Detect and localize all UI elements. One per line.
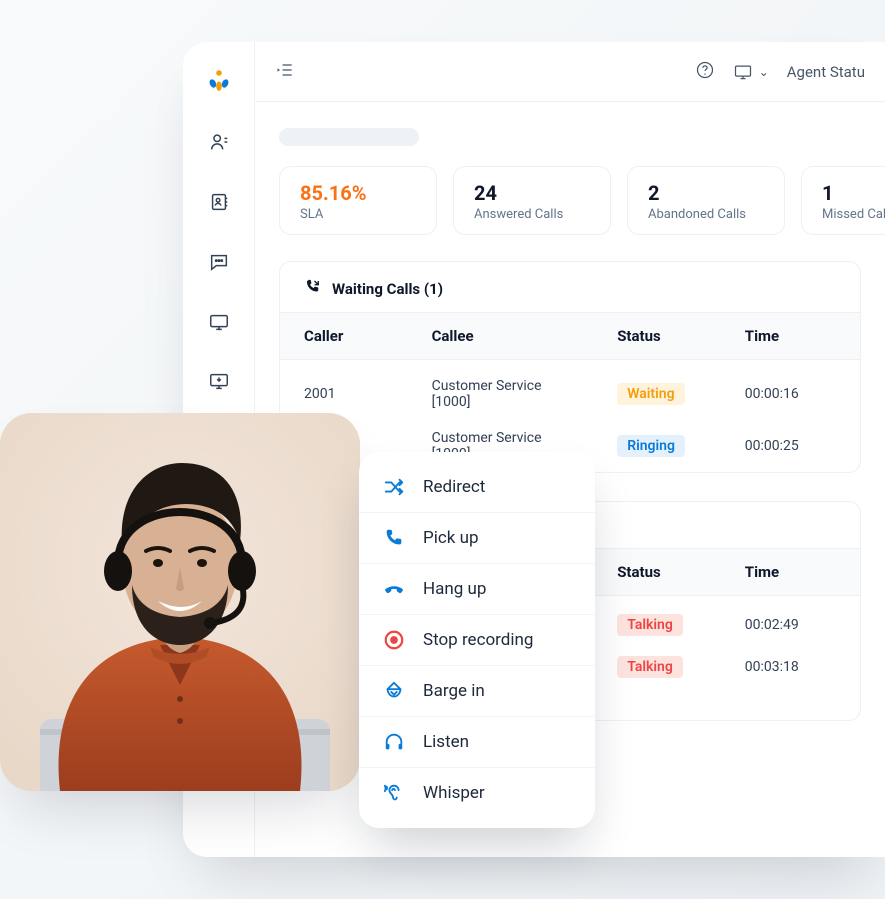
stat-value: 24 — [474, 181, 590, 205]
ctx-label: Listen — [423, 732, 469, 752]
sidebar-item-contacts[interactable] — [207, 190, 231, 214]
screen-selector[interactable]: ⌄ — [733, 62, 769, 82]
ctx-item-stop-recording[interactable]: Stop recording — [359, 614, 595, 665]
col-status: Status — [593, 313, 721, 360]
ctx-item-listen[interactable]: Listen — [359, 716, 595, 767]
brand-logo — [205, 66, 233, 94]
col-time: Time — [721, 549, 860, 596]
call-in-icon — [304, 278, 322, 300]
ctx-item-hangup[interactable]: Hang up — [359, 563, 595, 614]
status-badge: Talking — [617, 614, 683, 636]
chevron-down-icon: ⌄ — [759, 65, 769, 79]
status-badge: Waiting — [617, 383, 684, 405]
col-status: Status — [593, 549, 721, 596]
stat-label: Answered Calls — [474, 207, 590, 222]
menu-collapse-icon[interactable] — [275, 60, 295, 84]
cell-time: 00:03:18 — [721, 646, 860, 688]
cell-callee: Customer Service [1000] — [408, 360, 594, 421]
status-badge: Ringing — [617, 435, 685, 457]
panel-title-text: Waiting Calls (1) — [332, 280, 443, 298]
sidebar-item-screen-down[interactable] — [207, 370, 231, 394]
ctx-label: Redirect — [423, 477, 485, 497]
ctx-label: Pick up — [423, 528, 479, 548]
help-icon[interactable] — [695, 60, 715, 84]
stat-value: 1 — [822, 181, 885, 205]
page-title-skeleton — [279, 128, 419, 146]
ctx-label: Hang up — [423, 579, 486, 599]
phone-icon — [383, 527, 405, 549]
stat-value: 2 — [648, 181, 764, 205]
stat-value: 85.16% — [300, 181, 416, 205]
stats-row: 85.16% SLA 24 Answered Calls 2 Abandoned… — [279, 166, 861, 235]
panel-title: Waiting Calls (1) — [280, 262, 860, 312]
hangup-icon — [383, 578, 405, 600]
stat-card-answered: 24 Answered Calls — [453, 166, 611, 235]
ctx-label: Stop recording — [423, 630, 533, 650]
call-context-menu: Redirect Pick up Hang up Stop recording … — [359, 452, 595, 828]
col-time: Time — [721, 313, 860, 360]
ear-icon — [383, 782, 405, 804]
stat-card-abandoned: 2 Abandoned Calls — [627, 166, 785, 235]
cell-time: 00:00:25 — [721, 420, 860, 472]
cell-time: 00:00:16 — [721, 360, 860, 421]
waiting-calls-table: Caller Callee Status Time 2001 Customer … — [280, 312, 860, 472]
agent-status-label[interactable]: Agent Statu — [787, 63, 865, 81]
cell-time: 00:02:49 — [721, 596, 860, 647]
record-icon — [383, 629, 405, 651]
sidebar-item-chat[interactable] — [207, 250, 231, 274]
stat-card-sla: 85.16% SLA — [279, 166, 437, 235]
stat-label: SLA — [300, 207, 416, 222]
col-callee: Callee — [408, 313, 594, 360]
ctx-item-barge-in[interactable]: Barge in — [359, 665, 595, 716]
cell-caller: 2001 — [280, 360, 408, 421]
waiting-calls-panel: Waiting Calls (1) Caller Callee Status T… — [279, 261, 861, 473]
ctx-item-pickup[interactable]: Pick up — [359, 512, 595, 563]
sidebar-item-person[interactable] — [207, 130, 231, 154]
status-badge: Talking — [617, 656, 683, 678]
bargein-icon — [383, 680, 405, 702]
ctx-label: Whisper — [423, 783, 485, 803]
topbar: ⌄ Agent Statu — [255, 42, 885, 102]
ctx-label: Barge in — [423, 681, 485, 701]
ctx-item-whisper[interactable]: Whisper — [359, 767, 595, 818]
table-row[interactable]: 2001 Customer Service [1000] Waiting 00:… — [280, 360, 860, 421]
redirect-icon — [383, 476, 405, 498]
stat-card-missed: 1 Missed Calls — [801, 166, 885, 235]
stat-label: Missed Calls — [822, 207, 885, 222]
agent-photo-card — [0, 413, 360, 791]
ctx-item-redirect[interactable]: Redirect — [359, 462, 595, 512]
sidebar-item-screen[interactable] — [207, 310, 231, 334]
stat-label: Abandoned Calls — [648, 207, 764, 222]
headphones-icon — [383, 731, 405, 753]
col-caller: Caller — [280, 313, 408, 360]
